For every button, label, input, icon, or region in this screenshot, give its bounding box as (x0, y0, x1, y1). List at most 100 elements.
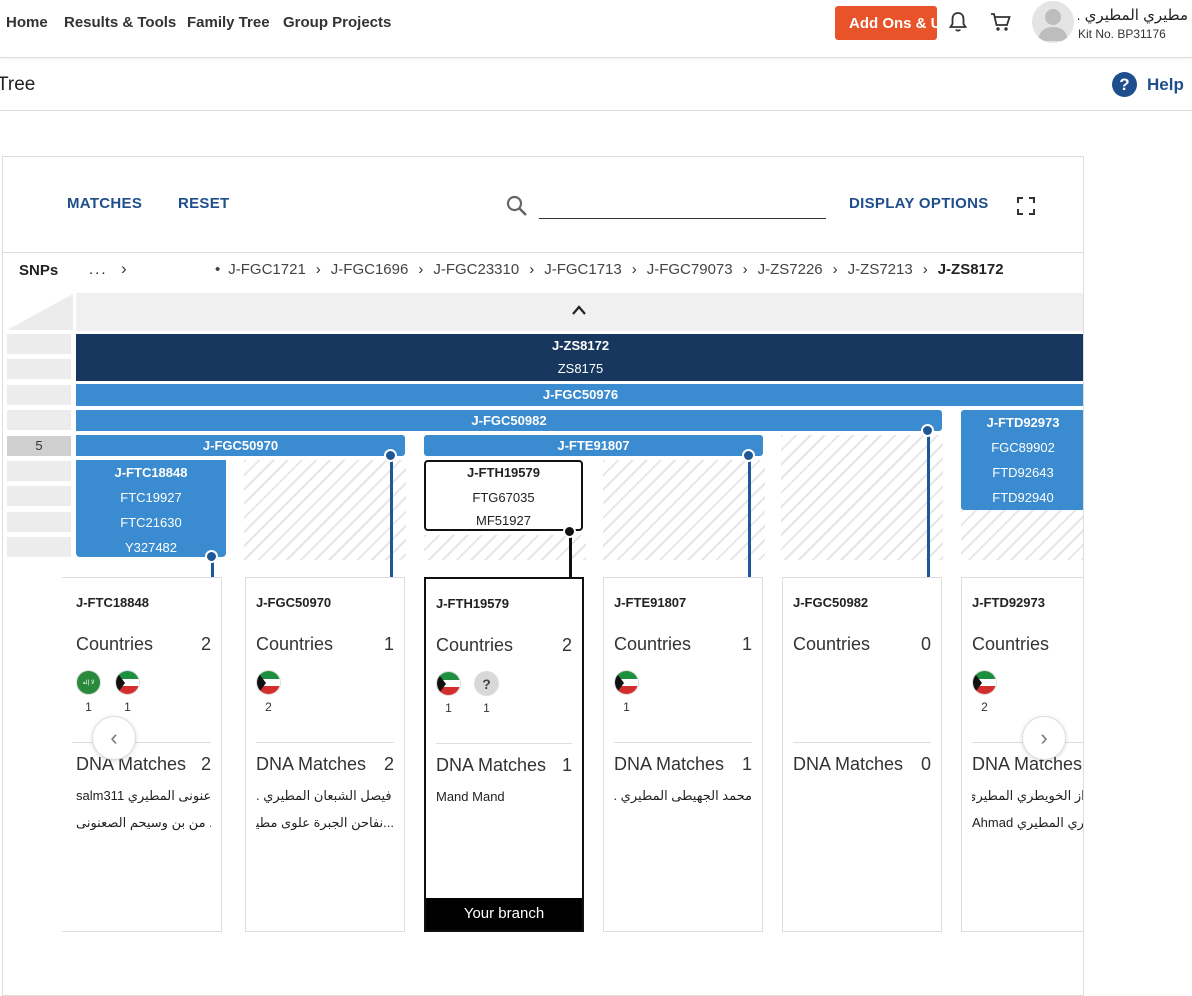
flag-count: 1 (85, 700, 92, 714)
node-dot[interactable] (921, 424, 934, 437)
node-name: J-ZS8172 (551, 338, 610, 353)
nav-family-tree[interactable]: Family Tree (187, 14, 270, 31)
kuwait-flag-icon (256, 670, 281, 695)
saudi-flag-icon: لا إله (76, 670, 101, 695)
haplogroup-node[interactable]: J-FTE91807 (424, 435, 763, 456)
add-ons-button[interactable]: Add Ons & Upgrades (835, 6, 937, 40)
haplogroup-node-your-branch[interactable]: J-FTH19579 FTG67035 MF51927 (424, 460, 583, 531)
search-input[interactable] (539, 193, 826, 217)
dna-matches-count: 1 (741, 754, 752, 774)
snps-label: SNPs (19, 262, 59, 279)
avatar[interactable] (1032, 1, 1074, 43)
match-name[interactable]: Ahmad يطري المطيري (972, 815, 1083, 831)
node-snp: FTC19927 (120, 490, 182, 505)
card-divider (793, 742, 931, 743)
breadcrumb-current: J-ZS8172 (937, 261, 1004, 278)
match-name[interactable]: من بن وسيحم الصعنونى . (76, 815, 211, 831)
dna-matches-count: 0 (920, 754, 931, 774)
top-nav: Home Results & Tools Family Tree Group P… (0, 0, 1192, 58)
breadcrumb-item[interactable]: J-FGC79073 (647, 261, 733, 278)
match-name[interactable]: Mand Mand (436, 789, 572, 804)
node-dot[interactable] (205, 550, 218, 563)
haplogroup-node-ftc18848[interactable]: J-FTC18848 FTC19927 FTC21630 Y327482 (76, 460, 226, 557)
dna-matches-label: DNA Matches (614, 754, 725, 774)
node-dot[interactable] (742, 449, 755, 462)
node-snp: FTD92940 (992, 490, 1054, 505)
flag-count: 1 (483, 701, 490, 715)
level-cell (7, 359, 71, 379)
countries-count: 1 (741, 634, 752, 654)
kuwait-flag-icon (972, 670, 997, 695)
branch-card[interactable]: J-FTC18848 Countries 2 لا إله 1 1 DNA Ma… (62, 577, 222, 932)
search-icon[interactable] (505, 194, 529, 218)
dna-matches-label: DNA Matches (972, 754, 1083, 774)
snps-ellipsis[interactable]: ... (89, 261, 108, 278)
card-divider (256, 742, 394, 743)
breadcrumb-item[interactable]: J-FGC23310 (433, 261, 519, 278)
match-name[interactable]: محمد الجهيطى المطيري . (614, 788, 752, 804)
empty-branch-area (781, 435, 943, 560)
tree-panel: MATCHES RESET DISPLAY OPTIONS SNPs ... ›… (2, 156, 1084, 996)
breadcrumb-item[interactable]: J-FGC1721 (228, 261, 306, 278)
flag-count: 2 (265, 700, 272, 714)
haplogroup-node[interactable]: J-FGC50970 (76, 435, 405, 456)
node-snp: FTD92643 (992, 465, 1054, 480)
matches-button[interactable]: MATCHES (67, 195, 142, 212)
node-snp: FGC89902 (991, 440, 1055, 455)
branch-card[interactable]: J-FTE91807 Countries 1 1 DNA Matches 1 م… (603, 577, 763, 932)
nav-group-projects[interactable]: Group Projects (283, 14, 391, 31)
haplogroup-node[interactable]: J-FGC50976 (76, 384, 1083, 406)
level-cell (7, 486, 71, 506)
cart-icon[interactable] (989, 10, 1013, 34)
branch-card[interactable]: J-FGC50982 Countries 0 DNA Matches 0 (782, 577, 942, 932)
match-name[interactable]: ...نفاحن الجبرة علوى مطير . (256, 815, 394, 831)
countries-count: 0 (920, 634, 931, 654)
dna-matches-label: DNA Matches (256, 754, 367, 774)
breadcrumb-item[interactable]: J-FGC1713 (544, 261, 622, 278)
branch-card-your-branch[interactable]: J-FTH19579 Countries 2 1 ? 1 DNA Matches… (424, 577, 584, 932)
flag-count: 1 (124, 700, 131, 714)
nav-results-tools[interactable]: Results & Tools (64, 14, 176, 31)
chevron-right-icon[interactable]: › (121, 259, 127, 279)
nav-home[interactable]: Home (6, 14, 48, 31)
previous-arrow-button[interactable]: ‹ (92, 716, 136, 760)
dna-matches-label: DNA Matches (793, 754, 904, 774)
haplogroup-node-root[interactable]: J-ZS8172 ZS8175 (76, 334, 1083, 381)
collapse-up-bar[interactable] (76, 293, 1083, 331)
match-name[interactable]: واز الخويطري المطيري . (972, 788, 1083, 804)
card-title: J-FTD92973 (972, 595, 1045, 610)
display-options-button[interactable]: DISPLAY OPTIONS (849, 195, 989, 212)
branch-card[interactable]: J-FTD92973 Countries 2 DNA Matches واز ا… (961, 577, 1083, 932)
bell-icon[interactable] (946, 10, 970, 34)
search-underline (539, 218, 826, 219)
node-snp: ZS8175 (557, 361, 604, 376)
breadcrumb-item[interactable]: J-ZS7213 (848, 261, 913, 278)
next-arrow-button[interactable]: › (1022, 716, 1066, 760)
dna-matches-label: DNA Matches (436, 755, 547, 775)
flag-count: 1 (445, 701, 452, 715)
reset-button[interactable]: RESET (178, 195, 230, 212)
countries-label: Countries (76, 634, 154, 654)
level-cell (7, 334, 71, 354)
level-indicator-current: 5 (7, 436, 71, 456)
countries-count: 2 (561, 635, 572, 655)
node-dot[interactable] (563, 525, 576, 538)
breadcrumb-item[interactable]: J-ZS7226 (758, 261, 823, 278)
match-name[interactable]: salm311 عنونى المطيري (76, 788, 211, 804)
card-title: J-FTC18848 (76, 595, 149, 610)
match-name[interactable]: فيصل الشبعان المطيري . (256, 788, 394, 804)
kuwait-flag-icon (436, 671, 461, 696)
level-cell (7, 537, 71, 557)
breadcrumb-item[interactable]: J-FGC1696 (331, 261, 409, 278)
kuwait-flag-icon (614, 670, 639, 695)
node-dot[interactable] (384, 449, 397, 462)
level-cell (7, 385, 71, 405)
page-title: Tree (0, 74, 36, 95)
branch-card[interactable]: J-FGC50970 Countries 1 2 DNA Matches 2 ف… (245, 577, 405, 932)
haplogroup-node-ftd92973[interactable]: J-FTD92973 FGC89902 FTD92643 FTD92940 (961, 410, 1083, 510)
fullscreen-icon[interactable] (1016, 196, 1036, 216)
card-divider (614, 742, 752, 743)
level-cell (7, 410, 71, 430)
user-name[interactable]: مطيري المطيري . (1078, 6, 1188, 24)
haplogroup-node[interactable]: J-FGC50982 (76, 410, 942, 431)
